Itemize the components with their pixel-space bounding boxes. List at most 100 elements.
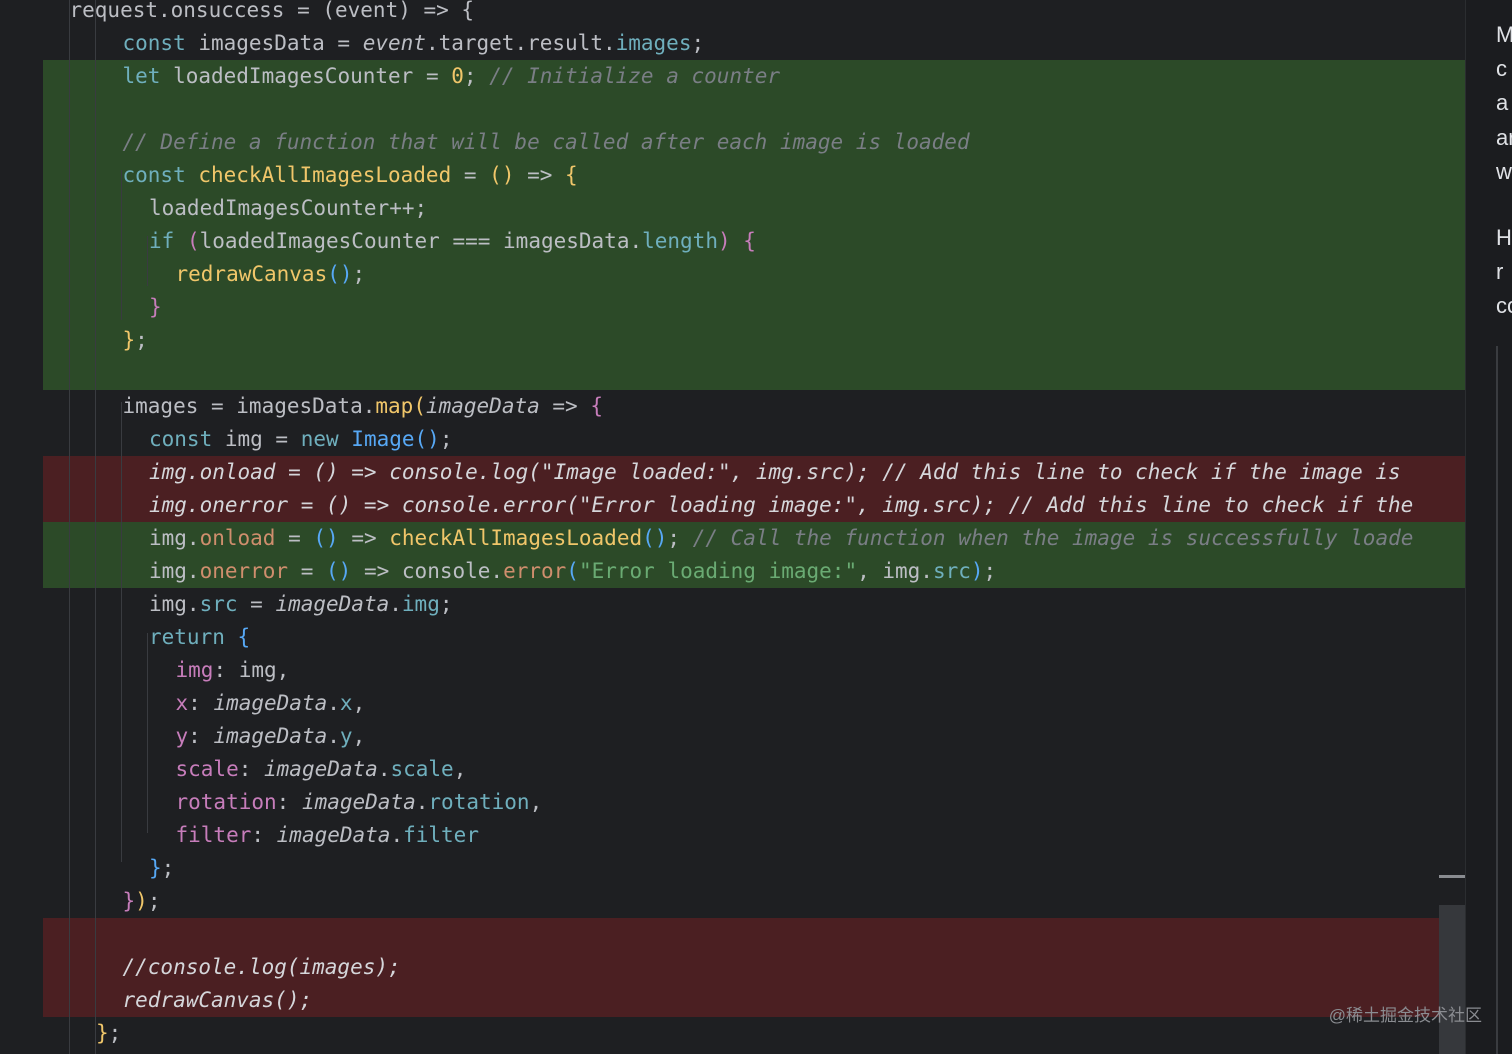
code-token: x	[175, 691, 189, 715]
indent-guide	[147, 633, 148, 833]
code-token: redrawCanvas();	[122, 988, 313, 1012]
code-line[interactable]: img: img,	[176, 654, 290, 687]
code-line[interactable]: if (loadedImagesCounter === imagesData.l…	[149, 225, 756, 258]
code-token: (	[566, 559, 579, 583]
code-line[interactable]: img.onerror = () => console.error("Error…	[149, 555, 996, 588]
code-token: const	[122, 163, 199, 187]
code-line[interactable]: img.onload = () => checkAllImagesLoaded(…	[149, 522, 1413, 555]
side-panel-text: r	[1496, 259, 1504, 284]
code-line[interactable]: const checkAllImagesLoaded = () => {	[123, 159, 578, 192]
code-line[interactable]: img.src = imageData.img;	[149, 588, 453, 621]
code-token: ;	[108, 1021, 122, 1045]
code-line[interactable]: scale: imageData.scale,	[176, 753, 467, 786]
code-token: console.	[401, 559, 504, 583]
code-token: img	[401, 592, 440, 616]
side-panel-text: a	[1496, 90, 1509, 115]
code-line[interactable]: const imagesData = event.target.result.i…	[123, 27, 705, 60]
code-line[interactable]: x: imageData.x,	[176, 687, 366, 720]
code-token: , img.	[857, 559, 933, 583]
code-line[interactable]: loadedImagesCounter++;	[149, 192, 427, 225]
code-token: rotation	[428, 790, 530, 814]
code-token: let	[122, 64, 174, 88]
code-token: ;	[352, 262, 366, 286]
code-line[interactable]: });	[123, 885, 161, 918]
code-line[interactable]: //console.log(images);	[123, 951, 401, 984]
code-token: "Error loading image:"	[578, 559, 858, 583]
code-token: src	[199, 592, 238, 616]
code-line[interactable]: images = imagesData.map(imageData => {	[123, 390, 604, 423]
code-token: .	[390, 823, 404, 847]
code-token: images = imagesData.	[122, 394, 376, 418]
code-line[interactable]: redrawCanvas();	[176, 258, 366, 291]
scrollbar-change-marker	[1439, 875, 1465, 878]
code-token: =	[237, 592, 276, 616]
code-token: imageData	[275, 592, 390, 616]
code-token: loadedImagesCounter === imagesData.	[199, 229, 643, 253]
code-token: img =	[224, 427, 301, 451]
code-line[interactable]: rotation: imageData.rotation,	[176, 786, 543, 819]
code-token: img	[175, 658, 214, 682]
code-token: // Call the function when the image is s…	[692, 526, 1414, 550]
code-token: scale	[390, 757, 454, 781]
code-line[interactable]: redrawCanvas();	[123, 984, 313, 1017]
code-line[interactable]: request.onsuccess = (event) => {	[70, 0, 475, 27]
code-token: =	[275, 526, 314, 550]
code-token: imageData	[425, 394, 540, 418]
code-line[interactable]: }	[149, 291, 162, 324]
code-token: {	[565, 163, 578, 187]
code-token: img.	[149, 526, 200, 550]
code-token: ()	[642, 526, 668, 550]
side-panel-text: H	[1496, 225, 1512, 250]
code-token: return	[149, 625, 238, 649]
code-token: ;	[161, 856, 175, 880]
code-token: }	[122, 889, 136, 913]
code-line[interactable]: // Define a function that will be called…	[123, 126, 970, 159]
scrollbar-thumb[interactable]	[1439, 905, 1465, 1054]
code-token: .	[327, 691, 340, 715]
side-panel-text: c	[1496, 56, 1507, 81]
code-token: }	[149, 856, 162, 880]
code-line[interactable]: return {	[149, 621, 250, 654]
code-token: loadedImagesCounter++;	[149, 196, 428, 220]
code-token: ()	[414, 427, 440, 451]
code-line[interactable]: img.onerror = () => console.error("Error…	[149, 489, 1413, 522]
code-line[interactable]: const img = new Image();	[149, 423, 452, 456]
code-token: )	[717, 229, 731, 253]
code-token: ()	[313, 526, 339, 550]
code-token: :	[276, 790, 302, 814]
code-line[interactable]: };	[123, 324, 148, 357]
code-line[interactable]: };	[149, 852, 174, 885]
code-line[interactable]: request.onerror = (event) => {	[96, 1050, 475, 1054]
code-token: =>	[539, 394, 591, 418]
code-token: error	[503, 559, 567, 583]
code-token: filter	[175, 823, 252, 847]
code-line[interactable]: y: imageData.y,	[176, 720, 366, 753]
code-token: ,	[453, 757, 467, 781]
code-token: 0	[451, 64, 464, 88]
code-token: rotation	[175, 790, 277, 814]
code-token: if	[149, 229, 187, 253]
code-line[interactable]: img.onload = () => console.log("Image lo…	[149, 456, 1401, 489]
code-line[interactable]: };	[96, 1017, 121, 1050]
editor-gutter[interactable]	[0, 0, 43, 1054]
code-token: =	[451, 163, 490, 187]
indent-guide	[95, 0, 96, 1054]
code-line[interactable]: let loadedImagesCounter = 0; // Initiali…	[123, 60, 780, 93]
code-token: loadedImagesCounter =	[173, 64, 452, 88]
code-token: ;	[135, 328, 148, 352]
code-token: images	[615, 31, 692, 55]
code-token: imageData	[301, 790, 416, 814]
code-token: event	[362, 31, 426, 55]
code-token: }	[149, 295, 162, 319]
code-token: (	[186, 229, 200, 253]
side-panel: Mca ar w Hr cc	[1465, 0, 1512, 1054]
code-line[interactable]: filter: imageData.filter	[176, 819, 479, 852]
code-editor[interactable]: request.onsuccess = (event) => {const im…	[43, 0, 1465, 1054]
code-token: imageData	[213, 691, 328, 715]
code-token: }	[96, 1021, 109, 1045]
code-token: const	[149, 427, 225, 451]
code-token: onerror	[199, 559, 289, 583]
code-token: ;	[691, 31, 705, 55]
code-token: imageData	[264, 757, 378, 781]
code-token: img.	[149, 592, 200, 616]
